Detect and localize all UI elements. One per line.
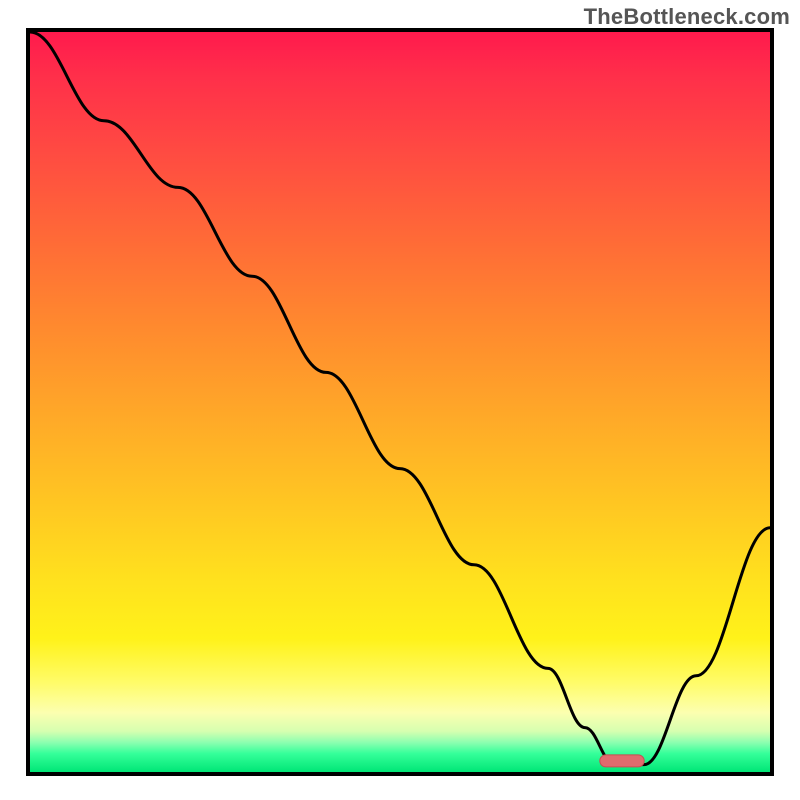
plot-box [26, 28, 774, 776]
optimal-range-marker [600, 755, 644, 767]
chart-wrap: TheBottleneck.com [0, 0, 800, 800]
bottleneck-curve [30, 32, 770, 765]
curve-layer [30, 32, 770, 772]
watermark-text: TheBottleneck.com [584, 4, 790, 30]
